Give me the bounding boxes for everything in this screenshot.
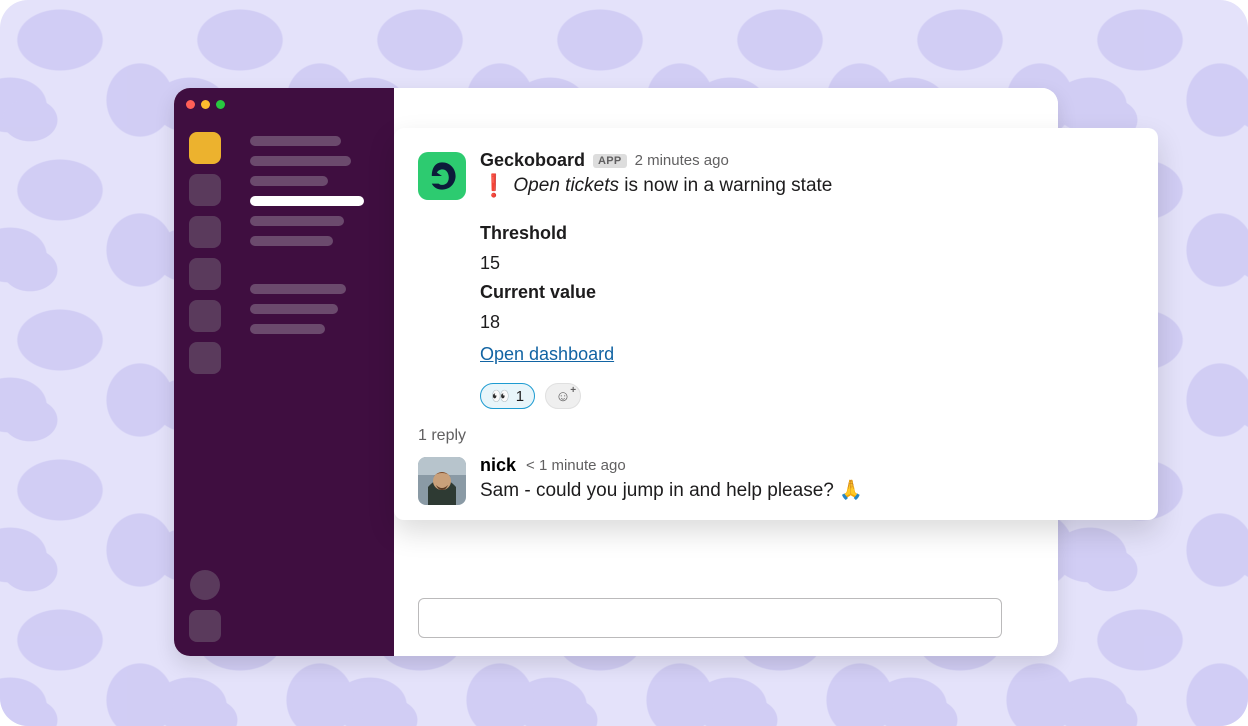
thread-reply: nick < 1 minute ago Sam - could you jump… bbox=[418, 455, 1134, 502]
threshold-value: 15 bbox=[480, 249, 1134, 279]
reaction-count: 1 bbox=[516, 388, 524, 405]
reaction-bar: 👀 1 ☺ + bbox=[418, 383, 1134, 409]
workspace-button[interactable] bbox=[189, 342, 221, 374]
message: Geckoboard APP 2 minutes ago ❗ Open tick… bbox=[418, 150, 1134, 369]
geckoboard-avatar bbox=[418, 152, 466, 200]
message-pane: Geckoboard APP 2 minutes ago ❗ Open tick… bbox=[394, 88, 1058, 656]
message-author[interactable]: Geckoboard bbox=[480, 150, 585, 171]
workspace-button[interactable] bbox=[189, 174, 221, 206]
add-reaction-button[interactable]: ☺ + bbox=[545, 383, 581, 409]
workspace-button[interactable] bbox=[189, 610, 221, 642]
channel-item[interactable] bbox=[250, 304, 338, 314]
channel-item[interactable] bbox=[250, 176, 328, 186]
workspace-button[interactable] bbox=[189, 216, 221, 248]
message-timestamp[interactable]: 2 minutes ago bbox=[635, 152, 729, 169]
plus-icon: + bbox=[570, 385, 576, 396]
reply-timestamp[interactable]: < 1 minute ago bbox=[526, 457, 626, 474]
channel-item[interactable] bbox=[250, 156, 351, 166]
metric-name: Open tickets bbox=[513, 175, 619, 196]
reply-author[interactable]: nick bbox=[480, 455, 516, 476]
exclamation-icon: ❗ bbox=[480, 175, 507, 197]
app-badge: APP bbox=[593, 154, 627, 168]
channel-item-active[interactable] bbox=[250, 196, 364, 206]
reaction-eyes[interactable]: 👀 1 bbox=[480, 383, 535, 409]
channel-sidebar bbox=[236, 88, 394, 656]
smiley-icon: ☺ bbox=[555, 388, 570, 405]
channel-item[interactable] bbox=[250, 324, 325, 334]
user-presence-icon[interactable] bbox=[190, 570, 220, 600]
channel-item[interactable] bbox=[250, 216, 344, 226]
window-traffic-lights bbox=[186, 100, 225, 109]
channel-item[interactable] bbox=[250, 284, 346, 294]
alert-text: ❗ Open tickets is now in a warning state bbox=[480, 175, 1134, 197]
workspace-button-active[interactable] bbox=[189, 132, 221, 164]
close-icon[interactable] bbox=[186, 100, 195, 109]
open-dashboard-link[interactable]: Open dashboard bbox=[480, 340, 614, 370]
current-value: 18 bbox=[480, 308, 1134, 338]
reply-body: Sam - could you jump in and help please?… bbox=[480, 478, 1134, 502]
workspace-button[interactable] bbox=[189, 258, 221, 290]
minimize-icon[interactable] bbox=[201, 100, 210, 109]
maximize-icon[interactable] bbox=[216, 100, 225, 109]
alert-details: Threshold 15 Current value 18 Open dashb… bbox=[480, 219, 1134, 369]
app-canvas: Geckoboard APP 2 minutes ago ❗ Open tick… bbox=[0, 0, 1248, 726]
alert-suffix: is now in a warning state bbox=[624, 175, 832, 196]
message-card: Geckoboard APP 2 minutes ago ❗ Open tick… bbox=[394, 128, 1158, 520]
eyes-icon: 👀 bbox=[491, 387, 510, 405]
workspace-rail bbox=[174, 88, 236, 656]
reply-avatar[interactable] bbox=[418, 457, 466, 505]
workspace-button[interactable] bbox=[189, 300, 221, 332]
message-input[interactable] bbox=[418, 598, 1002, 638]
slack-window: Geckoboard APP 2 minutes ago ❗ Open tick… bbox=[174, 88, 1058, 656]
channel-item[interactable] bbox=[250, 136, 341, 146]
geckoboard-logo-icon bbox=[425, 159, 459, 193]
threshold-label: Threshold bbox=[480, 219, 1134, 249]
channel-item[interactable] bbox=[250, 236, 333, 246]
current-value-label: Current value bbox=[480, 278, 1134, 308]
reply-count[interactable]: 1 reply bbox=[418, 427, 1134, 445]
